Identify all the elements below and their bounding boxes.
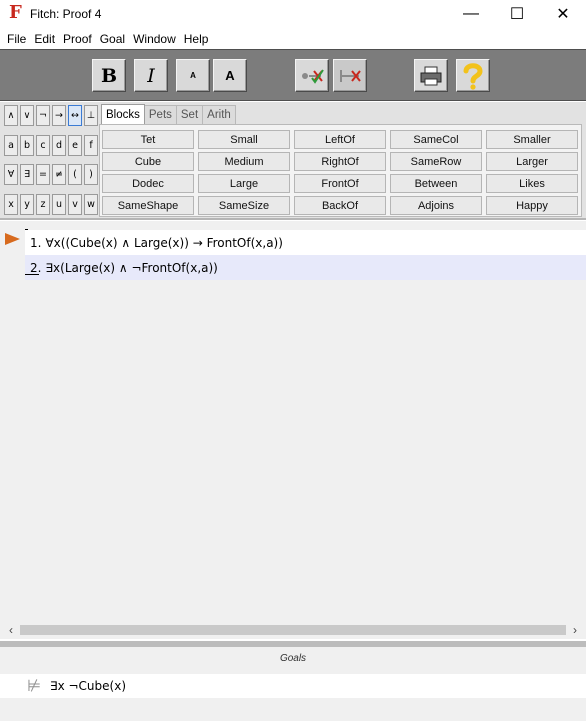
line-number: 1. [30, 235, 42, 250]
font-smaller-button[interactable]: A [176, 59, 210, 92]
predicate-button[interactable]: Medium [198, 152, 290, 171]
symbol-key[interactable]: f [84, 135, 98, 156]
menu-help[interactable]: Help [183, 32, 210, 46]
fitch-app-icon: F [9, 2, 22, 23]
symbol-key[interactable]: ∨ [20, 105, 34, 126]
verify-all-button[interactable] [295, 59, 329, 92]
scroll-thumb[interactable] [20, 625, 566, 635]
help-button[interactable] [456, 59, 490, 92]
symbol-key[interactable]: v [68, 194, 82, 215]
goal-formula: ∃x ¬Cube(x) [50, 679, 127, 693]
goal-unproved-icon: ⊭ [27, 676, 41, 695]
toolbar: B I A A [0, 49, 586, 101]
symbol-key[interactable]: ( [68, 164, 82, 185]
predicate-button[interactable]: Between [390, 174, 482, 193]
menu-bar: File Edit Proof Goal Window Help [0, 29, 586, 49]
font-larger-button[interactable]: A [213, 59, 247, 92]
window-title: Fitch: Proof 4 [30, 7, 102, 21]
symbol-key[interactable]: ≠ [52, 164, 66, 185]
predicate-button[interactable]: SameSize [198, 196, 290, 215]
italic-label: I [147, 64, 155, 87]
predicate-button[interactable]: Happy [486, 196, 578, 215]
tab-pets[interactable]: Pets [143, 105, 177, 124]
predicate-button[interactable]: Small [198, 130, 290, 149]
predicate-button[interactable]: Large [198, 174, 290, 193]
predicate-button[interactable]: Adjoins [390, 196, 482, 215]
menu-proof[interactable]: Proof [62, 32, 93, 46]
predicate-button[interactable]: Likes [486, 174, 578, 193]
symbol-key[interactable]: b [20, 135, 34, 156]
symbol-key[interactable]: = [36, 164, 50, 185]
minimize-button[interactable]: — [448, 0, 494, 28]
tab-arith[interactable]: Arith [202, 105, 236, 124]
premise-divider [25, 274, 39, 275]
goals-header: Goals [279, 653, 307, 664]
symbol-key[interactable]: ) [84, 164, 98, 185]
symbol-key[interactable]: c [36, 135, 50, 156]
symbol-key[interactable]: z [36, 194, 50, 215]
symbol-key[interactable]: a [4, 135, 18, 156]
bold-button[interactable]: B [92, 59, 126, 92]
predicate-button[interactable]: SameRow [390, 152, 482, 171]
symbol-key[interactable]: ∀ [4, 164, 18, 185]
menu-edit[interactable]: Edit [33, 32, 56, 46]
symbol-key[interactable]: y [20, 194, 34, 215]
menu-file[interactable]: File [6, 32, 27, 46]
predicate-button[interactable]: Dodec [102, 174, 194, 193]
proof-area[interactable]: 1. ∀x((Cube(x) ∧ Large(x)) → FrontOf(x,a… [0, 221, 586, 621]
symbol-key[interactable]: u [52, 194, 66, 215]
symbol-key[interactable]: ¬ [36, 105, 50, 126]
symbol-key[interactable]: e [68, 135, 82, 156]
scroll-right-icon[interactable]: › [566, 621, 584, 639]
focus-arrow-icon [5, 233, 20, 245]
close-button[interactable]: ✕ [540, 0, 586, 28]
predicate-button[interactable]: Larger [486, 152, 578, 171]
symbol-key[interactable]: x [4, 194, 18, 215]
goals-panel: Goals ⊭ ∃x ¬Cube(x) [0, 647, 586, 721]
check-steps-icon [302, 68, 324, 84]
predicate-button[interactable]: Smaller [486, 130, 578, 149]
predicate-button[interactable]: RightOf [294, 152, 386, 171]
horizontal-scrollbar[interactable]: ‹ › [0, 621, 586, 639]
predicate-button[interactable]: Tet [102, 130, 194, 149]
predicate-button[interactable]: Cube [102, 152, 194, 171]
symbol-key[interactable]: d [52, 135, 66, 156]
menu-window[interactable]: Window [132, 32, 177, 46]
symbol-key[interactable]: → [52, 105, 66, 126]
menu-goal[interactable]: Goal [99, 32, 126, 46]
goal-row[interactable]: ⊭ ∃x ¬Cube(x) [0, 674, 586, 698]
font-smaller-label: A [190, 71, 196, 80]
predicate-button[interactable]: SameCol [390, 130, 482, 149]
symbol-key[interactable]: w [84, 194, 98, 215]
printer-icon [420, 66, 442, 85]
premise-formula[interactable]: ∃x(Large(x) ∧ ¬FrontOf(x,a)) [45, 261, 217, 275]
title-bar: F Fitch: Proof 4 — ☐ ✕ [0, 0, 586, 28]
italic-button[interactable]: I [134, 59, 168, 92]
premise-formula[interactable]: ∀x((Cube(x) ∧ Large(x)) → FrontOf(x,a)) [45, 236, 282, 250]
line-number: 2. [30, 260, 42, 275]
font-larger-label: A [225, 68, 235, 83]
symbol-key[interactable]: ∧ [4, 105, 18, 126]
help-question-icon [463, 62, 483, 90]
predicate-button[interactable]: LeftOf [294, 130, 386, 149]
bold-label: B [100, 64, 118, 87]
symbol-key-active[interactable]: ↔ [68, 105, 82, 126]
tab-set[interactable]: Set [175, 105, 204, 124]
predicate-panel: Tet Small LeftOf SameCol Smaller Cube Me… [99, 124, 582, 217]
predicate-button[interactable]: SameShape [102, 196, 194, 215]
tab-blocks[interactable]: Blocks [101, 104, 145, 124]
verify-step-button[interactable] [333, 59, 367, 92]
symbol-key[interactable]: ∃ [20, 164, 34, 185]
proof-line[interactable]: 1. ∀x((Cube(x) ∧ Large(x)) → FrontOf(x,a… [25, 230, 586, 255]
predicate-button[interactable]: BackOf [294, 196, 386, 215]
symbol-key[interactable]: ⊥ [84, 105, 98, 126]
print-button[interactable] [414, 59, 448, 92]
predicate-button[interactable]: FrontOf [294, 174, 386, 193]
scroll-left-icon[interactable]: ‹ [2, 621, 20, 639]
verify-step-icon [340, 69, 361, 82]
proof-line-selected[interactable]: 2. ∃x(Large(x) ∧ ¬FrontOf(x,a)) [25, 255, 586, 280]
predicate-tabs: Blocks Pets Set Arith [101, 104, 236, 124]
maximize-button[interactable]: ☐ [494, 0, 540, 28]
